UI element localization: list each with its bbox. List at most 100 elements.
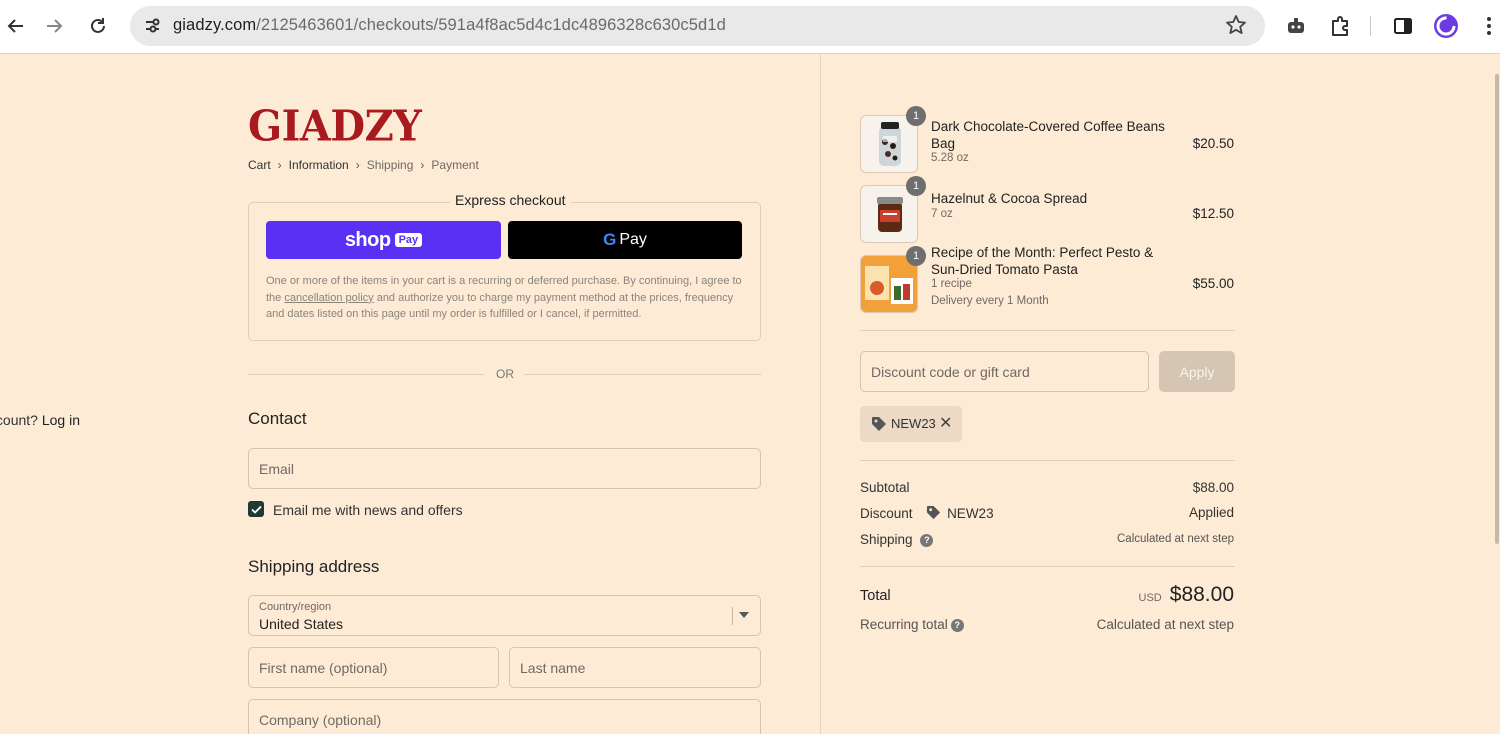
browser-toolbar: giadzy.com/2125463601/checkouts/591a4f8a… xyxy=(0,0,1500,54)
account-prompt: Have an account? Log in xyxy=(0,412,80,428)
recurring-total-label: Recurring total xyxy=(860,617,948,632)
discount-row-code: NEW23 xyxy=(947,506,994,521)
apply-discount-button[interactable]: Apply xyxy=(1159,351,1235,392)
shop-pay-button[interactable]: shop Pay xyxy=(266,221,501,259)
item-price: $12.50 xyxy=(1192,206,1234,221)
chevron-right-icon: › xyxy=(277,158,282,172)
chevron-down-icon xyxy=(739,612,749,618)
checkmark-icon xyxy=(250,505,262,514)
divider xyxy=(860,566,1235,567)
address-bar[interactable]: giadzy.com/2125463601/checkouts/591a4f8a… xyxy=(130,6,1265,46)
bookmark-star-icon[interactable] xyxy=(1225,14,1249,38)
item-delivery-frequency: Delivery every 1 Month xyxy=(931,295,1049,307)
cancellation-policy-link[interactable]: cancellation policy xyxy=(284,292,373,304)
discount-row-label: Discount NEW23 xyxy=(860,505,994,521)
divider-left xyxy=(248,374,484,375)
select-divider xyxy=(732,607,733,625)
item-variant: 5.28 oz xyxy=(931,152,969,164)
help-icon[interactable]: ? xyxy=(950,618,964,632)
newsletter-label[interactable]: Email me with news and offers xyxy=(273,502,463,518)
profile-avatar-icon[interactable] xyxy=(1433,13,1459,39)
subtotal-value: $88.00 xyxy=(1192,480,1234,495)
google-pay-wordmark: Pay xyxy=(619,231,647,248)
url-text: giadzy.com/2125463601/checkouts/591a4f8a… xyxy=(173,16,726,34)
shipping-label: Shipping xyxy=(860,532,913,547)
extensions-puzzle-icon[interactable] xyxy=(1327,13,1353,39)
breadcrumb-payment: Payment xyxy=(431,158,479,172)
login-link[interactable]: Log in xyxy=(42,412,80,428)
brand-logo[interactable]: GIADZY xyxy=(248,102,422,151)
applied-discount-tag: NEW23 ✕ xyxy=(860,406,962,442)
company-input[interactable] xyxy=(249,700,760,734)
google-pay-button[interactable]: G Pay xyxy=(508,221,742,259)
order-summary: 1 Dark Chocolate-Covered Coffee Beans Ba… xyxy=(820,54,1500,734)
contact-heading: Contact xyxy=(248,409,307,428)
subtotal-label: Subtotal xyxy=(860,480,910,495)
divider xyxy=(860,330,1235,331)
reload-icon[interactable] xyxy=(82,10,114,42)
item-name: Recipe of the Month: Perfect Pesto & Sun… xyxy=(931,245,1154,277)
checkout-main: GIADZY Cart › Information › Shipping › P… xyxy=(0,54,820,734)
shop-pay-badge: Pay xyxy=(394,233,423,247)
item-name: Dark Chocolate-Covered Coffee Beans Bag xyxy=(931,119,1165,151)
item-variant: 7 oz xyxy=(931,208,953,220)
breadcrumb-cart[interactable]: Cart xyxy=(248,158,271,172)
country-label: Country/region xyxy=(259,601,332,613)
chevron-right-icon: › xyxy=(355,158,360,172)
recurring-disclaimer: One or more of the items in your cart is… xyxy=(266,275,742,320)
discount-value: Applied xyxy=(1188,505,1234,520)
item-name: Hazelnut & Cocoa Spread xyxy=(931,191,1088,206)
toolbar-divider xyxy=(1370,16,1371,36)
item-quantity-badge: 1 xyxy=(906,106,926,126)
total-value: $88.00 xyxy=(1169,583,1234,606)
email-input[interactable] xyxy=(249,449,760,488)
forward-arrow-icon[interactable] xyxy=(38,10,70,42)
discount-tag-icon xyxy=(872,417,886,431)
total-amount: USD $88.00 xyxy=(1139,583,1234,607)
discount-code-field[interactable] xyxy=(860,351,1149,392)
discount-label: Discount xyxy=(860,506,913,521)
extension-robot-icon[interactable] xyxy=(1283,13,1309,39)
discount-code-input[interactable] xyxy=(861,352,1148,391)
shipping-value: Calculated at next step xyxy=(1117,533,1234,545)
last-name-field[interactable] xyxy=(509,647,761,688)
item-quantity-badge: 1 xyxy=(906,176,926,196)
total-label: Total xyxy=(860,588,891,604)
site-info-icon[interactable] xyxy=(138,12,166,40)
side-panel-icon[interactable] xyxy=(1390,13,1416,39)
shipping-row-label: Shipping ? xyxy=(860,532,934,547)
last-name-input[interactable] xyxy=(510,648,760,687)
scrollbar-thumb[interactable] xyxy=(1495,74,1499,544)
breadcrumb-information: Information xyxy=(288,158,349,172)
discount-tag-icon xyxy=(927,505,941,520)
currency-code: USD xyxy=(1138,592,1162,604)
or-divider-text: OR xyxy=(496,367,514,381)
email-field[interactable] xyxy=(248,448,761,489)
applied-discount-code: NEW23 xyxy=(891,416,936,431)
help-icon[interactable]: ? xyxy=(920,533,934,547)
chevron-right-icon: › xyxy=(420,158,425,172)
item-variant: 1 recipe xyxy=(931,278,972,290)
page-scrollbar[interactable] xyxy=(1494,54,1500,734)
google-g-icon: G xyxy=(603,230,617,249)
breadcrumb-shipping: Shipping xyxy=(366,158,414,172)
first-name-field[interactable] xyxy=(248,647,499,688)
remove-discount-icon[interactable]: ✕ xyxy=(939,413,952,433)
divider-right xyxy=(524,374,761,375)
country-value: United States xyxy=(259,616,344,632)
menu-kebab-icon[interactable] xyxy=(1476,13,1500,39)
newsletter-checkbox[interactable] xyxy=(248,501,264,517)
shop-pay-wordmark: shop xyxy=(344,228,391,251)
first-name-input[interactable] xyxy=(249,648,498,687)
breadcrumb: Cart › Information › Shipping › Payment xyxy=(248,158,479,172)
express-checkout-title: Express checkout xyxy=(450,192,571,208)
item-price: $55.00 xyxy=(1192,276,1234,291)
country-select[interactable]: Country/region United States xyxy=(248,595,761,636)
back-arrow-icon[interactable] xyxy=(0,10,32,42)
shipping-address-heading: Shipping address xyxy=(248,557,380,576)
item-price: $20.50 xyxy=(1192,136,1234,151)
item-quantity-badge: 1 xyxy=(906,246,926,266)
divider xyxy=(860,460,1235,461)
company-field[interactable] xyxy=(248,699,761,734)
recurring-total-value: Calculated at next step xyxy=(1096,617,1234,632)
